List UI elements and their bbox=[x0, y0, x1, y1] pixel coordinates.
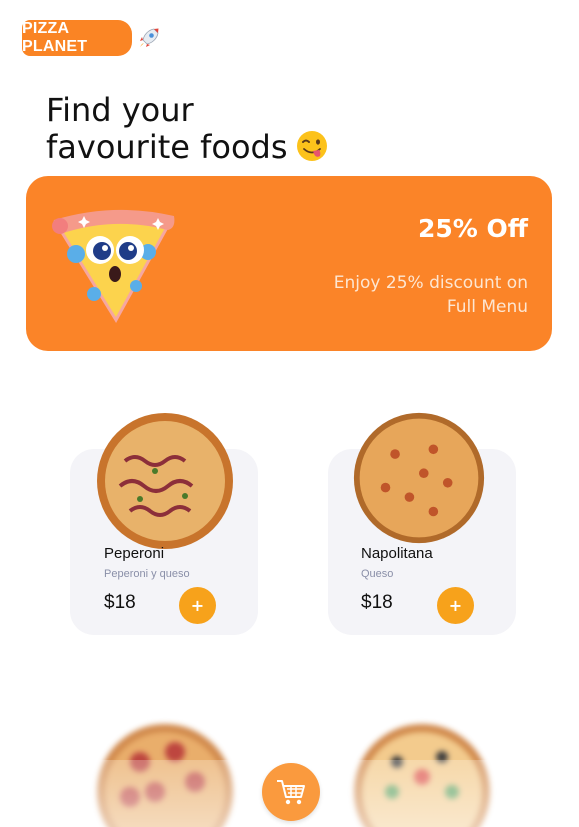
happy-pizza-slice-icon bbox=[52, 209, 175, 323]
headline-line-2: favourite foods bbox=[46, 129, 328, 166]
product-description: Peperoni y queso bbox=[104, 568, 190, 580]
product-name: Peperoni bbox=[104, 545, 165, 562]
headline-line-1: Find your bbox=[46, 91, 194, 129]
product-description: Queso bbox=[361, 568, 394, 580]
product-price: $18 bbox=[361, 592, 393, 613]
cart-button[interactable] bbox=[262, 763, 320, 821]
promo-text: Enjoy 25% discount on Full Menu bbox=[333, 273, 528, 317]
rocket-icon bbox=[140, 28, 159, 47]
pizza-napolitana-image bbox=[353, 412, 485, 544]
promo-banner[interactable]: 25% Off Enjoy 25% discount on Full Menu bbox=[26, 176, 552, 351]
pizza-peperoni-image bbox=[97, 413, 233, 549]
add-to-cart-button[interactable]: + bbox=[437, 587, 474, 624]
product-price: $18 bbox=[104, 592, 136, 613]
add-to-cart-button[interactable]: + bbox=[179, 587, 216, 624]
headline-line-2-text: favourite foods bbox=[46, 128, 288, 166]
product-name: Napolitana bbox=[361, 545, 433, 562]
logo[interactable]: PIZZA PLANET bbox=[22, 20, 162, 56]
logo-badge: PIZZA PLANET bbox=[22, 20, 132, 56]
shopping-cart-icon bbox=[277, 780, 305, 805]
promo-title: 25% Off bbox=[417, 214, 528, 243]
winking-tongue-emoji-icon bbox=[296, 131, 327, 161]
page-title: Find your favourite foods bbox=[46, 92, 328, 166]
